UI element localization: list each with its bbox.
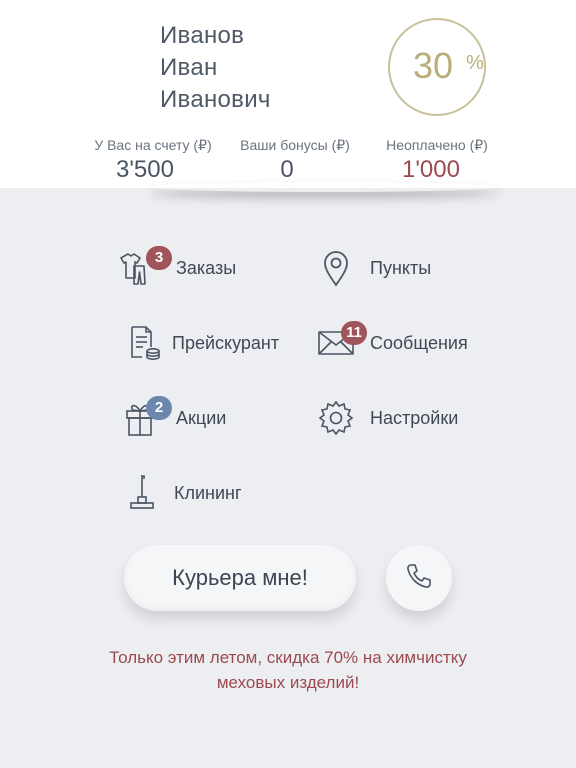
cleaning-label: Клининг	[174, 482, 242, 503]
user-middle-name: Иванович	[160, 86, 271, 113]
discount-value: 30	[413, 45, 454, 86]
gift-icon: 2	[118, 396, 172, 440]
user-first-name: Иван	[160, 54, 218, 81]
orders-label: Заказы	[176, 257, 237, 278]
call-phone-button[interactable]	[386, 545, 452, 611]
location-pin-icon	[314, 246, 358, 290]
balance-value: 3'500	[116, 156, 174, 183]
envelope-icon: 11	[314, 321, 367, 365]
call-courier-button[interactable]: Курьера мне!	[124, 545, 356, 611]
menu-points[interactable]: Пункты	[314, 246, 431, 290]
promo-line-2: меховых изделий!	[216, 673, 360, 692]
promotions-label: Акции	[176, 407, 227, 428]
broom-icon	[118, 471, 162, 515]
orders-badge: 3	[146, 246, 172, 270]
bonus-value: 0	[280, 156, 294, 183]
balance-label: У Вас на счету (₽)	[94, 137, 212, 153]
settings-label: Настройки	[370, 407, 459, 428]
points-label: Пункты	[370, 257, 432, 278]
gear-icon	[314, 396, 358, 440]
promo-line-1: Только этим летом, скидка 70% на химчист…	[109, 648, 467, 667]
pricelist-label: Прейскурант	[172, 332, 280, 353]
promo-banner: Только этим летом, скидка 70% на химчист…	[60, 645, 516, 695]
messages-label: Сообщения	[370, 332, 468, 353]
unpaid-label: Неоплачено (₽)	[386, 137, 488, 153]
menu-messages[interactable]: 11 Сообщения	[314, 321, 468, 365]
user-last-name: Иванов	[160, 22, 245, 49]
clothes-icon: 3	[116, 246, 172, 290]
menu-pricelist[interactable]: Прейскурант	[122, 321, 279, 365]
unpaid-value: 1'000	[402, 156, 460, 183]
menu-settings[interactable]: Настройки	[314, 396, 458, 440]
discount-percent-sign: %	[466, 52, 484, 74]
promotions-badge: 2	[146, 396, 172, 420]
price-list-icon	[122, 321, 166, 365]
menu-cleaning[interactable]: Клининг	[118, 471, 242, 515]
bonus-label: Ваши бонусы (₽)	[240, 137, 350, 153]
phone-icon	[405, 562, 433, 595]
menu-orders[interactable]: 3 Заказы	[116, 246, 236, 290]
menu-promotions[interactable]: 2 Акции	[118, 396, 226, 440]
messages-badge: 11	[341, 321, 367, 345]
